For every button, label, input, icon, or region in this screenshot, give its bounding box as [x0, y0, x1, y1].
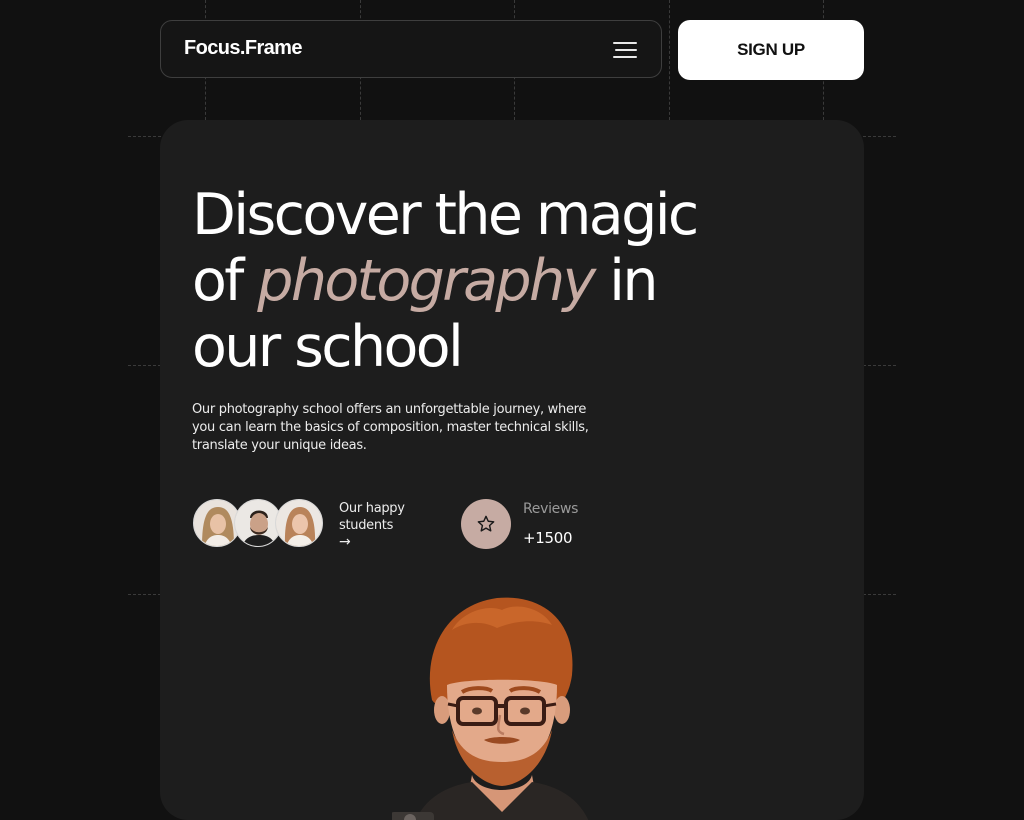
hero-description: Our photography school offers an unforge…: [192, 402, 589, 453]
hero-headline: Discover the magic of photography in our…: [192, 182, 752, 380]
sign-up-button[interactable]: SIGN UP: [678, 20, 864, 80]
happy-students-link[interactable]: Our happy students →: [339, 500, 419, 551]
headline-accent: photography: [257, 248, 596, 314]
arrow-right-icon: →: [339, 534, 351, 550]
hamburger-menu-icon[interactable]: [609, 38, 639, 62]
reviews-count: +1500: [523, 529, 573, 547]
star-icon: [461, 499, 511, 549]
reviews-label: Reviews: [523, 501, 579, 517]
navbar: Focus.Frame: [160, 20, 662, 78]
hero-portrait: [392, 597, 589, 820]
hero-card: Discover the magic of photography in our…: [160, 120, 864, 820]
student-avatars[interactable]: [193, 499, 327, 549]
avatar: [275, 499, 323, 547]
students-label: Our happy students: [339, 501, 405, 533]
guide-line: [669, 0, 670, 120]
logo[interactable]: Focus.Frame: [184, 37, 302, 60]
